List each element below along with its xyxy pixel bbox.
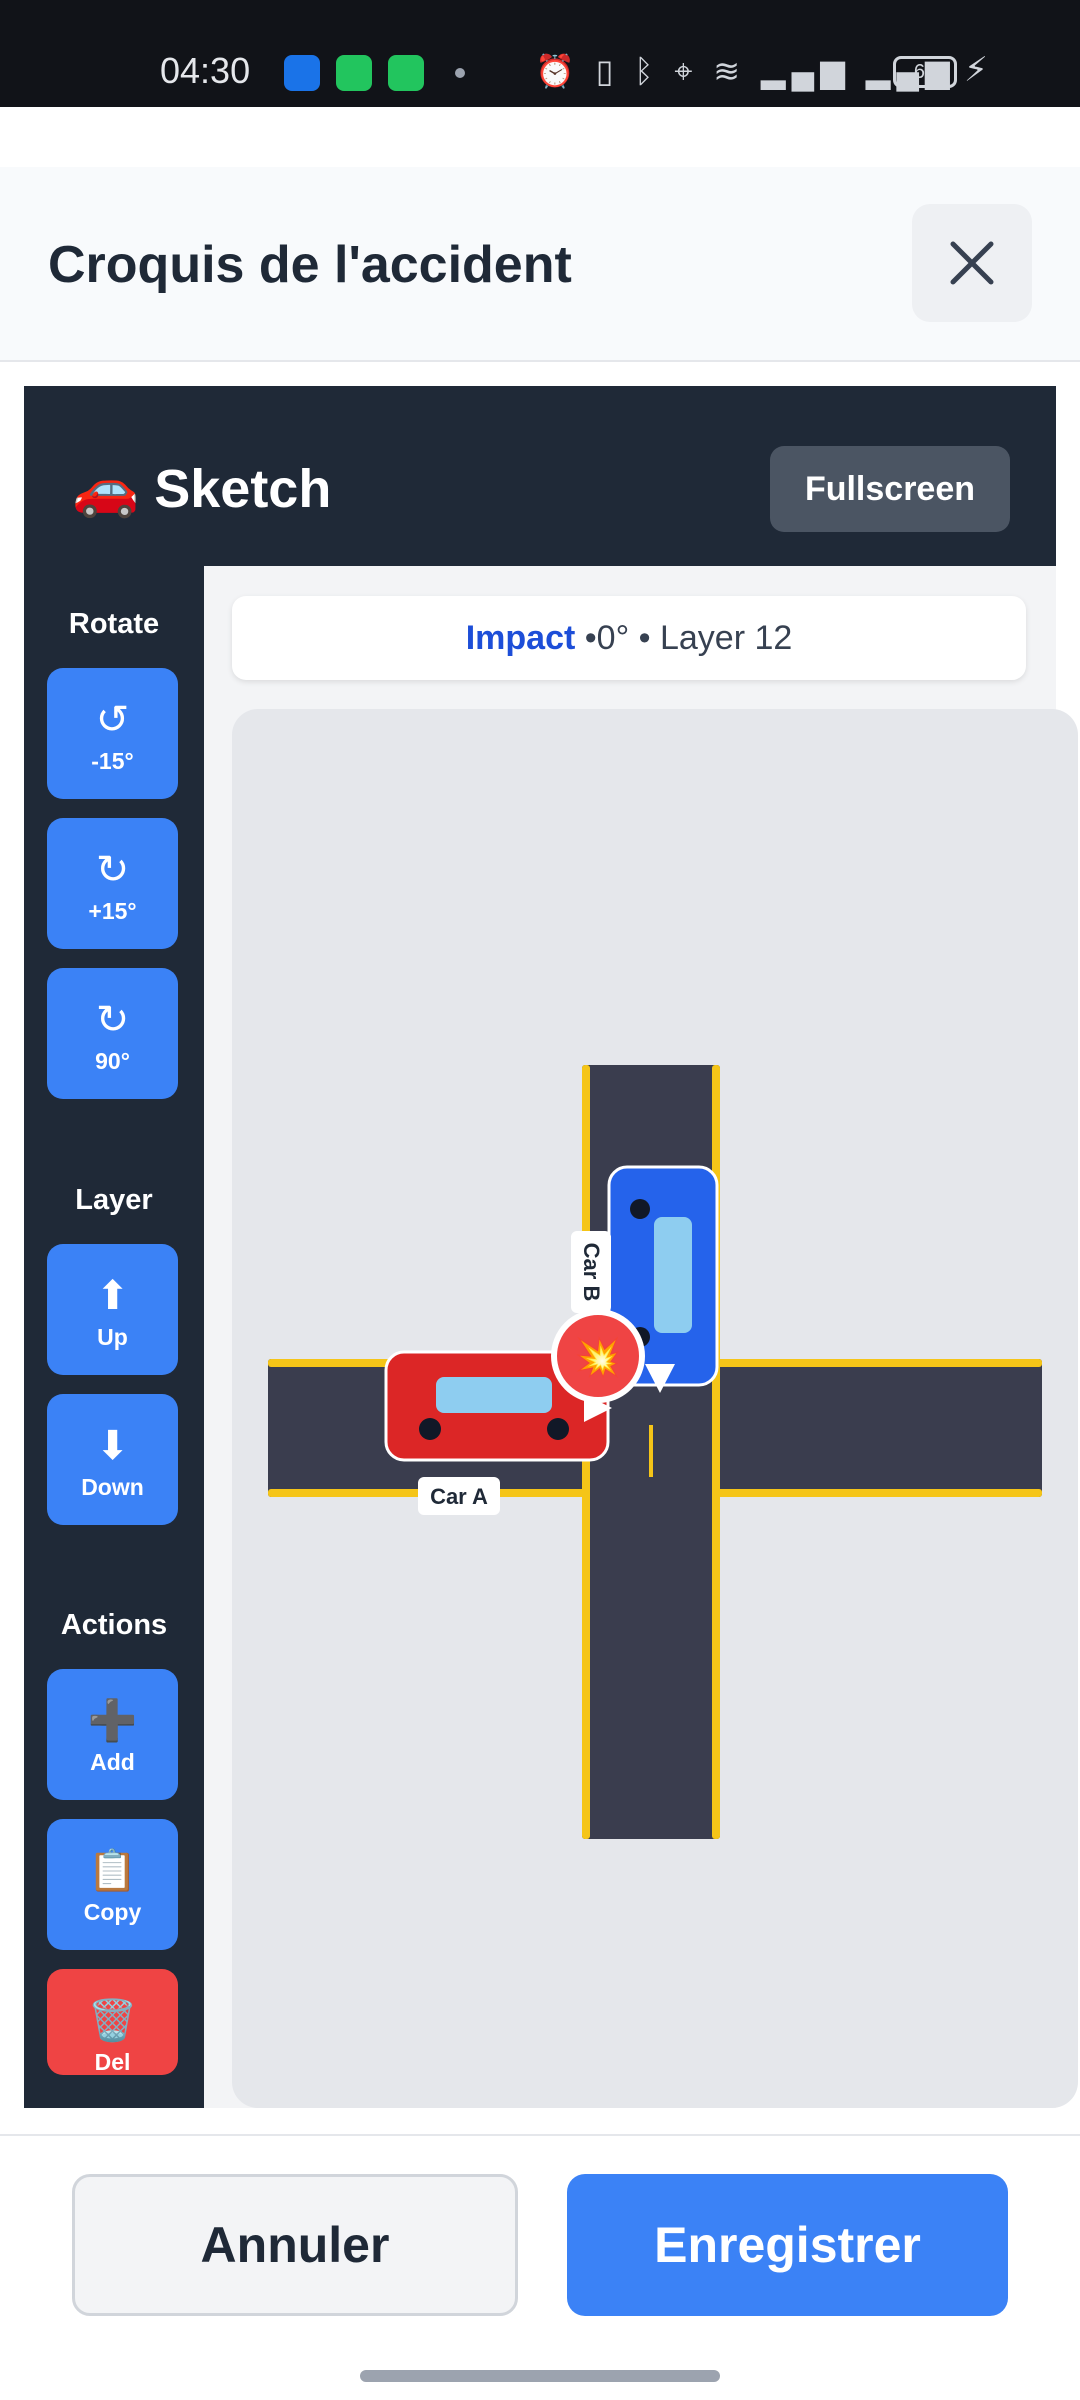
add-button[interactable]: ➕ Add [47,1669,178,1800]
modal-header: Croquis de l'accident [0,167,1080,362]
status-time: 04:30 [160,50,251,91]
top-spacer [0,107,1080,167]
notification-dot-icon [455,68,465,78]
status-bar: 04:30 ⏰ ▯ ᛒ ⌖ ≋ ▂▄▆ ▂▄▆ 65 ⚡ [0,0,1080,107]
close-button[interactable] [912,204,1032,322]
editor-header: 🚗 Sketch Fullscreen [24,386,1056,566]
rotate-minus-15-button[interactable]: ↺ -15° [47,668,178,799]
upload-icon [336,55,372,91]
home-indicator[interactable] [360,2370,720,2382]
car-a-label[interactable]: Car A [418,1477,500,1515]
modal-title: Croquis de l'accident [48,236,572,294]
rotate-plus-15-label: +15° [88,898,137,924]
delete-label: Del [94,2049,131,2075]
rotate-right-icon: ↻ [95,998,130,1042]
layer-up-label: Up [97,1324,128,1350]
selected-object-name: Impact [465,618,576,657]
impact-marker[interactable]: 💥 [551,1309,645,1403]
car-a-label-text: Car A [430,1484,488,1509]
rotate-minus-15-label: -15° [91,748,134,774]
arrow-down-icon: ⬇ [95,1424,130,1468]
car-b-label[interactable]: Car B [571,1231,611,1313]
battery-saver-icon [388,55,424,91]
rotate-90-button[interactable]: ↻ 90° [47,968,178,1099]
clipboard-icon: 📋 [87,1849,138,1893]
copy-button[interactable]: 📋 Copy [47,1819,178,1950]
cancel-button[interactable]: Annuler [72,2174,518,2316]
battery-icon: 65 [893,56,957,88]
arrow-up-icon: ⬆ [95,1274,130,1318]
sketch-canvas[interactable]: Car B Car A 💥 [232,709,1078,2108]
modal-footer: Annuler Enregistrer [0,2134,1080,2400]
tools-sidebar[interactable]: Rotate ↺ -15° ↻ +15° ↻ 90° Layer ⬆ Up ⬇ … [24,566,204,2108]
android-icon [284,55,320,91]
selected-object-details: •0° • Layer 12 [575,618,793,657]
selection-info-bar: Impact •0° • Layer 12 [232,596,1026,680]
copy-label: Copy [83,1899,142,1925]
editor-title: 🚗 Sketch [72,459,332,519]
rotate-left-icon: ↺ [95,698,130,742]
rotate-section-label: Rotate [68,608,160,640]
save-button[interactable]: Enregistrer [567,2174,1008,2316]
close-icon [950,241,994,285]
rotate-right-icon: ↻ [95,848,130,892]
explosion-icon: 💥 [574,1335,621,1380]
layer-down-label: Down [81,1474,144,1500]
car-b-label-text: Car B [579,1243,604,1302]
sketch-svg[interactable]: Car B Car A 💥 [232,709,1078,2108]
add-label: Add [90,1749,135,1775]
canvas-area: Impact •0° • Layer 12 Car B Car A 💥 [204,566,1078,2108]
layer-down-button[interactable]: ⬇ Down [47,1394,178,1525]
rotate-plus-15-button[interactable]: ↻ +15° [47,818,178,949]
actions-section-label: Actions [60,1609,168,1641]
rotate-90-label: 90° [95,1048,130,1074]
layer-section-label: Layer [75,1184,153,1216]
sketch-editor: 🚗 Sketch Fullscreen Rotate ↺ -15° ↻ +15°… [24,386,1078,2108]
road-center-dash [649,1425,653,1477]
fullscreen-button[interactable]: Fullscreen [770,446,1010,532]
trash-icon: 🗑️ [87,1999,138,2043]
layer-up-button[interactable]: ⬆ Up [47,1244,178,1375]
charging-icon: ⚡ [964,51,988,89]
delete-button[interactable]: 🗑️ Del [47,1969,178,2075]
plus-icon: ➕ [87,1699,138,1743]
